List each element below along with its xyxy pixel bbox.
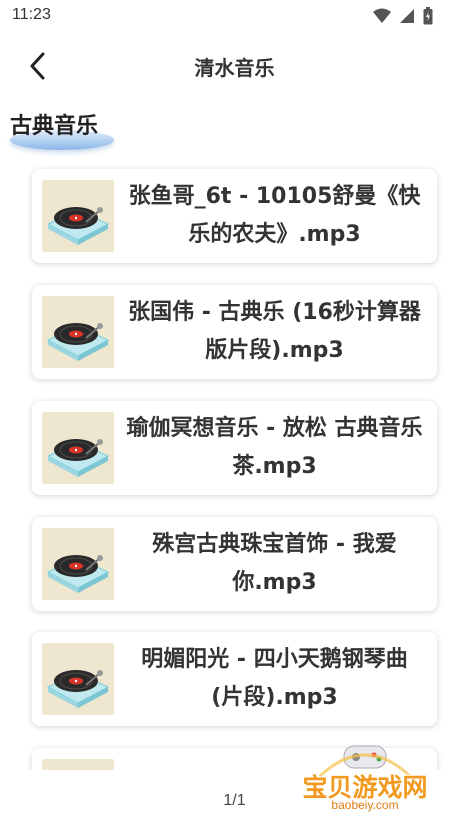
status-time: 11:23 — [12, 6, 51, 23]
app-bar: 清水音乐 — [0, 32, 469, 96]
song-item[interactable]: 张国伟 - 古典乐 (16秒计算器版片段).mp3 — [32, 285, 437, 379]
section-header: 古典音乐 — [10, 108, 114, 150]
watermark-url: baobeiy.com — [331, 798, 399, 812]
status-icons — [373, 7, 433, 25]
record-player-icon — [42, 643, 114, 715]
song-list[interactable]: 张鱼哥_6t - 10105舒曼《快乐的农夫》.mp3 张国伟 - 古典乐 (1… — [0, 160, 469, 770]
song-title: 殊宫古典珠宝首饰 - 我爱你.mp3 — [152, 532, 397, 595]
song-item[interactable]: 张鱼哥_6t - 10105舒曼《快乐的农夫》.mp3 — [32, 169, 437, 263]
song-title: 明媚阳光 - 四小天鹅钢琴曲 (片段).mp3 — [141, 647, 408, 710]
record-player-icon — [42, 296, 114, 368]
song-item[interactable]: 殊宫古典珠宝首饰 - 我爱你.mp3 — [32, 517, 437, 611]
song-title: 张国伟 - 古典乐 (16秒计算器版片段).mp3 — [128, 300, 421, 363]
page-title: 清水音乐 — [194, 56, 275, 80]
wifi-icon — [373, 8, 391, 23]
song-item[interactable]: 明媚阳光 - 四小天鹅钢琴曲 (片段).mp3 — [32, 632, 437, 726]
record-player-icon — [42, 759, 114, 770]
section-title: 古典音乐 — [10, 114, 99, 139]
record-player-icon — [42, 528, 114, 600]
battery-icon — [423, 7, 433, 25]
record-player-icon — [42, 412, 114, 484]
song-title: 瑜伽冥想音乐 - 放松 古典音乐 茶.mp3 — [126, 416, 423, 479]
song-item[interactable]: 瑜伽冥想音乐 - 放松 古典音乐 茶.mp3 — [32, 401, 437, 495]
signal-icon — [400, 9, 414, 23]
status-bar: 11:23 — [0, 0, 469, 32]
watermark-logo: 宝贝游戏网 baobeiy.com — [290, 740, 440, 830]
song-title: 张鱼哥_6t - 10105舒曼《快乐的农夫》.mp3 — [128, 184, 421, 247]
record-player-icon — [42, 180, 114, 252]
